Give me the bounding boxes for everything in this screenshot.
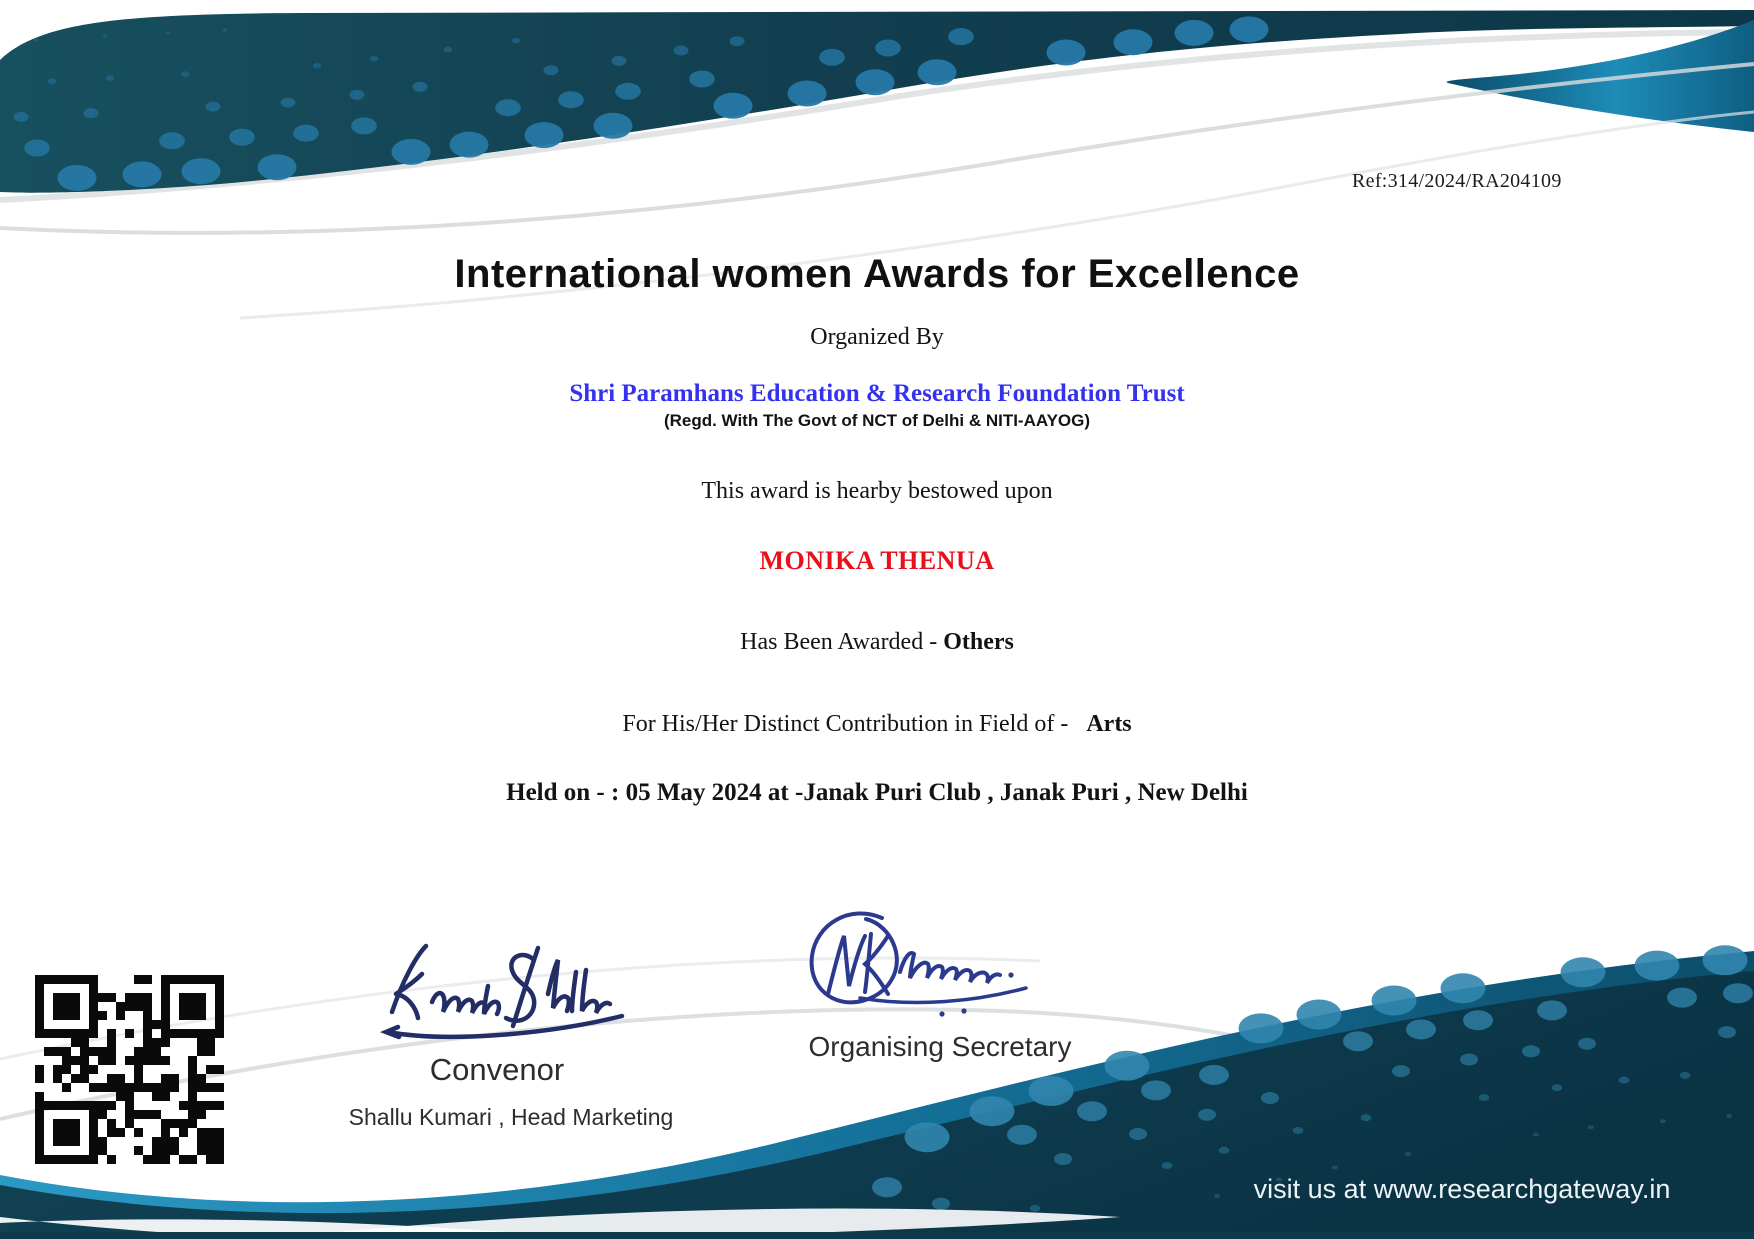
field-value: Arts [1086, 711, 1131, 737]
bestowed-line: This award is hearby bestowed upon [0, 478, 1754, 505]
certificate: Ref:314/2024/RA204109 International wome… [0, 0, 1754, 1239]
convenor-detail: Shallu Kumari , Head Marketing [349, 1104, 674, 1131]
reference-number: Ref:314/2024/RA204109 [1352, 170, 1562, 193]
awarded-prefix: Has Been Awarded - [740, 629, 943, 655]
event-line: Held on - : 05 May 2024 at -Janak Puri C… [0, 779, 1754, 807]
field-line: For His/Her Distinct Contribution in Fie… [0, 711, 1754, 738]
secretary-role-label: Organising Secretary [808, 1031, 1071, 1063]
bottom-edge-strip [0, 1232, 1754, 1239]
qr-code [35, 975, 224, 1164]
awarded-category: Others [943, 629, 1014, 655]
field-prefix: For His/Her Distinct Contribution in Fie… [622, 711, 1068, 737]
recipient-name: MONIKA THENUA [0, 546, 1754, 576]
top-wave-decoration [0, 0, 1754, 420]
convenor-role-label: Convenor [430, 1052, 564, 1088]
organized-by-label: Organized By [0, 324, 1754, 351]
website-text: visit us at www.researchgateway.in [1254, 1174, 1671, 1205]
awarded-line: Has Been Awarded - Others [0, 629, 1754, 656]
registration-line: (Regd. With The Govt of NCT of Delhi & N… [0, 411, 1754, 431]
convenor-signature [372, 932, 672, 1047]
certificate-title: International women Awards for Excellenc… [0, 252, 1754, 297]
organization-name: Shri Paramhans Education & Research Foun… [0, 380, 1754, 408]
secretary-signature [790, 900, 1070, 1022]
